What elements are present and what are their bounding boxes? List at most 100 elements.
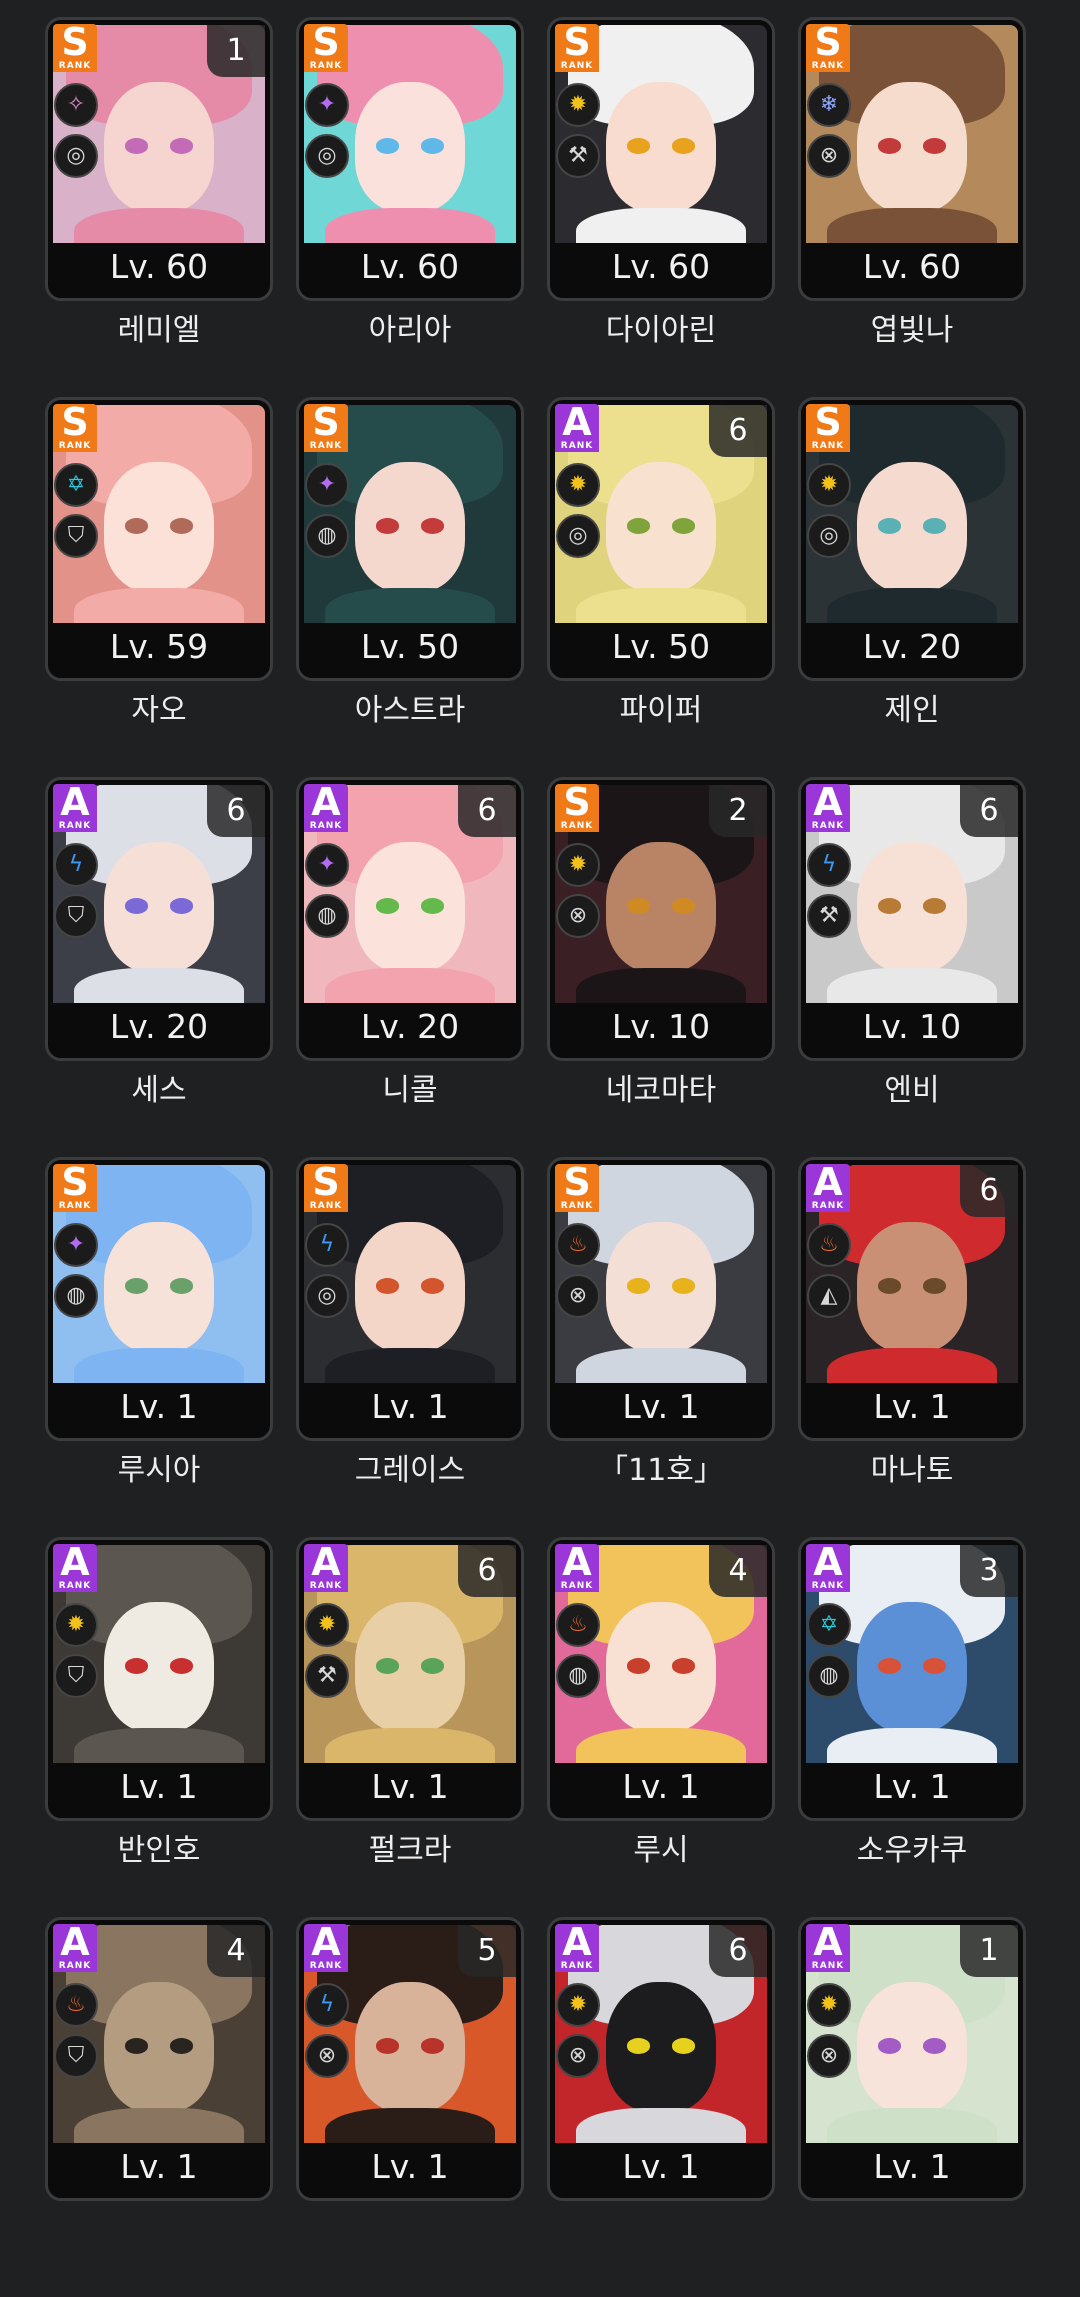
specialty-glyph: ◭ [820,1283,838,1308]
portrait-face [103,1601,215,1733]
attribute-glyph: ♨ [66,1992,86,2017]
character-cell: A RANK ϟ ⊗ 5 Lv. 1 [296,1917,524,2297]
portrait-body [74,1728,244,1763]
ice-icon: ✡ [807,1603,851,1647]
specialty-glyph: ⊗ [568,2043,588,2068]
portrait-body [576,2108,746,2143]
attack-icon: ⊗ [556,1274,600,1318]
rank-badge: A RANK [53,783,97,834]
character-name: 엔비 [884,1073,940,1108]
character-cell: A RANK ♨ ◭ 6 Lv. 1 마나토 [798,1157,1026,1537]
character-card[interactable]: A RANK ✡ ◍ 3 Lv. 1 [798,1537,1026,1821]
attack-icon: ◎ [54,134,98,178]
character-card[interactable]: A RANK ♨ ◍ 4 Lv. 1 [547,1537,775,1821]
portrait-body [74,588,244,623]
rank-letter: A [304,1923,348,1961]
portrait-eye [671,138,695,154]
rank-letter: S [304,23,348,61]
physical-icon: ✹ [54,1603,98,1647]
character-level: Lv. 1 [873,1387,951,1426]
mindscape-count: 5 [458,1925,516,1977]
character-cell: A RANK ✹ ⊗ 1 Lv. 1 [798,1917,1026,2297]
mindscape-count: 3 [960,1545,1018,1597]
character-level: Lv. 1 [371,2147,449,2186]
character-card[interactable]: S RANK ✡ ⛉ Lv. 59 [45,397,273,681]
character-cell: A RANK ✦ ◍ 6 Lv. 20 니콜 [296,777,524,1157]
character-card[interactable]: S RANK ♨ ⊗ Lv. 1 [547,1157,775,1441]
attribute-glyph: ✡ [819,1612,839,1637]
character-card[interactable]: S RANK ϟ ◎ Lv. 1 [296,1157,524,1441]
character-card[interactable]: A RANK ♨ ◭ 6 Lv. 1 [798,1157,1026,1441]
support-icon: ◍ [305,894,349,938]
character-name: 다이아린 [605,313,717,348]
character-level: Lv. 1 [120,1767,198,1806]
rank-word: RANK [304,1960,348,1972]
character-card[interactable]: A RANK ✹ ⚒ 6 Lv. 1 [296,1537,524,1821]
portrait-face [354,1601,466,1733]
character-name: 엽빛나 [870,313,954,348]
rank-letter: S [806,23,850,61]
rank-letter: A [53,783,97,821]
portrait-eye [878,1658,902,1674]
character-card[interactable]: A RANK ✹ ⊗ 1 Lv. 1 [798,1917,1026,2201]
character-card[interactable]: S RANK ✹ ⚒ Lv. 60 [547,17,775,301]
rank-badge: A RANK [53,1923,97,1974]
rank-badge: A RANK [555,1543,599,1594]
rank-letter: A [53,1543,97,1581]
character-card[interactable]: A RANK ϟ ⛉ 6 Lv. 20 [45,777,273,1061]
character-card[interactable]: S RANK ✦ ◍ Lv. 1 [45,1157,273,1441]
character-card[interactable]: S RANK ✹ ◎ Lv. 20 [798,397,1026,681]
character-level: Lv. 60 [611,247,711,286]
attribute-glyph: ✹ [819,1992,839,2017]
character-card[interactable]: A RANK ✹ ⊗ 6 Lv. 1 [547,1917,775,2201]
character-card[interactable]: S RANK ✦ ◎ Lv. 60 [296,17,524,301]
character-card[interactable]: A RANK ✹ ⛉ Lv. 1 [45,1537,273,1821]
portrait-eye [420,1658,444,1674]
character-name: 세스 [131,1073,187,1108]
character-name: 루시 [633,1833,689,1868]
character-card[interactable]: A RANK ϟ ⊗ 5 Lv. 1 [296,1917,524,2201]
character-card[interactable]: A RANK ϟ ⚒ 6 Lv. 10 [798,777,1026,1061]
specialty-glyph: ⊗ [317,2043,337,2068]
character-card[interactable]: S RANK ✦ ◍ Lv. 50 [296,397,524,681]
character-card[interactable]: A RANK ✹ ◎ 6 Lv. 50 [547,397,775,681]
portrait-face [354,1981,466,2113]
character-card[interactable]: S RANK ❄ ⊗ Lv. 60 [798,17,1026,301]
rank-word: RANK [53,440,97,452]
character-card[interactable]: A RANK ♨ ⛉ 4 Lv. 1 [45,1917,273,2201]
ice-icon: ✡ [54,463,98,507]
support-icon: ◍ [807,1654,851,1698]
portrait-eye [376,898,400,914]
character-level: Lv. 1 [120,1387,198,1426]
rank-letter: A [806,1163,850,1201]
portrait-face [856,841,968,973]
character-name: 아스트라 [354,693,466,728]
character-cell: A RANK ✹ ◎ 6 Lv. 50 파이퍼 [547,397,775,777]
character-name: 소우카쿠 [856,1833,968,1868]
rank-badge: A RANK [806,783,850,834]
portrait-eye [376,1278,400,1294]
physical-icon: ✹ [556,843,600,887]
character-grid: S RANK ✧ ◎ 1 Lv. 60 레미엘 S RANK ✦ ◎ Lv. 6… [45,17,1026,2297]
character-cell: S RANK ♨ ⊗ Lv. 1 「11호」 [547,1157,775,1537]
character-card[interactable]: S RANK ✧ ◎ 1 Lv. 60 [45,17,273,301]
character-card[interactable]: S RANK ✹ ⊗ 2 Lv. 10 [547,777,775,1061]
portrait-eye [878,1278,902,1294]
attribute-glyph: ♨ [819,1232,839,1257]
support-icon: ◍ [54,1274,98,1318]
fire-icon: ♨ [556,1223,600,1267]
portrait-face [103,461,215,593]
attribute-glyph: ✹ [66,1612,86,1637]
character-cell: S RANK ϟ ◎ Lv. 1 그레이스 [296,1157,524,1537]
attribute-glyph: ϟ [821,852,837,877]
portrait-body [827,588,997,623]
portrait-face [354,1221,466,1353]
character-name: 반인호 [117,1833,201,1868]
specialty-glyph: ⊗ [568,1283,588,1308]
physical-icon: ✹ [807,1983,851,2027]
character-name: 자오 [131,693,187,728]
character-card[interactable]: A RANK ✦ ◍ 6 Lv. 20 [296,777,524,1061]
character-name: 펄크라 [368,1833,452,1868]
rank-badge: A RANK [555,403,599,454]
rank-word: RANK [304,1580,348,1592]
